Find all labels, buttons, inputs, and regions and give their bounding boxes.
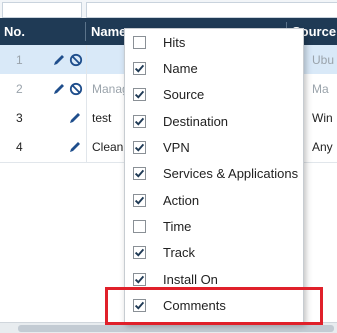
checkbox[interactable] [133,273,146,286]
row-icons [68,111,84,125]
checkmark-icon [134,143,145,152]
checkmark-icon [134,169,145,178]
menu-item-time[interactable]: Time [125,214,303,240]
rulebase-view: No. Name Source 1 Ubu 2 Manag Ma 3 test … [0,0,337,333]
checkmark-icon [134,301,145,310]
checkmark-icon [134,90,145,99]
menu-item-install-on[interactable]: Install On [125,267,303,293]
menu-item-track[interactable]: Track [125,240,303,266]
filter-box-left[interactable] [2,2,82,18]
horizontal-scrollbar[interactable] [0,322,337,333]
column-chooser-menu: Hits Name Source Destination VPN Service… [124,28,304,323]
checkmark-icon [134,64,145,73]
menu-item-label: VPN [163,140,190,155]
menu-item-services-applications[interactable]: Services & Applications [125,161,303,187]
pencil-icon[interactable] [68,111,82,125]
checkbox[interactable] [133,36,146,49]
scrollbar-thumb[interactable] [18,325,334,332]
menu-item-name[interactable]: Name [125,56,303,82]
disable-icon[interactable] [69,53,83,67]
menu-item-destination[interactable]: Destination [125,109,303,135]
checkbox[interactable] [133,141,146,154]
menu-item-hits[interactable]: Hits [125,30,303,56]
menu-item-label: Install On [163,272,218,287]
row-icons [68,140,84,154]
checkmark-icon [134,196,145,205]
rule-source[interactable]: Any [306,132,337,162]
menu-item-label: Destination [163,114,229,129]
checkmark-icon [134,275,145,284]
pencil-icon[interactable] [68,140,82,154]
checkmark-icon [134,248,145,257]
menu-item-vpn[interactable]: VPN [125,135,303,161]
checkbox[interactable] [133,88,146,101]
menu-item-label: Services & Applications [163,166,299,181]
menu-item-label: Action [163,193,200,208]
pencil-icon[interactable] [52,53,66,67]
menu-item-source[interactable]: Source [125,82,303,108]
checkbox[interactable] [133,220,146,233]
row-icons [52,53,84,67]
pencil-icon[interactable] [52,82,66,96]
checkbox[interactable] [133,167,146,180]
checkbox[interactable] [133,62,146,75]
row-icons [52,82,84,96]
header-separator[interactable] [85,22,86,41]
menu-item-label: Hits [163,35,186,50]
rule-source[interactable]: Ubu [306,45,337,75]
rule-source[interactable]: Ma [306,74,337,104]
disable-icon[interactable] [69,82,83,96]
menu-item-label: Time [163,219,192,234]
checkbox[interactable] [133,299,146,312]
menu-item-label: Track [163,245,196,260]
menu-item-label: Comments [163,298,226,313]
rule-source[interactable]: Win [306,103,337,133]
checkmark-icon [134,117,145,126]
toolbar-strip [0,0,337,18]
checkbox[interactable] [133,246,146,259]
menu-item-comments[interactable]: Comments [125,293,303,319]
header-no[interactable]: No. [4,18,84,45]
menu-item-label: Name [163,61,198,76]
menu-item-label: Source [163,87,205,102]
menu-item-action[interactable]: Action [125,188,303,214]
filter-box-right[interactable] [86,2,337,18]
checkbox[interactable] [133,115,146,128]
checkbox[interactable] [133,194,146,207]
